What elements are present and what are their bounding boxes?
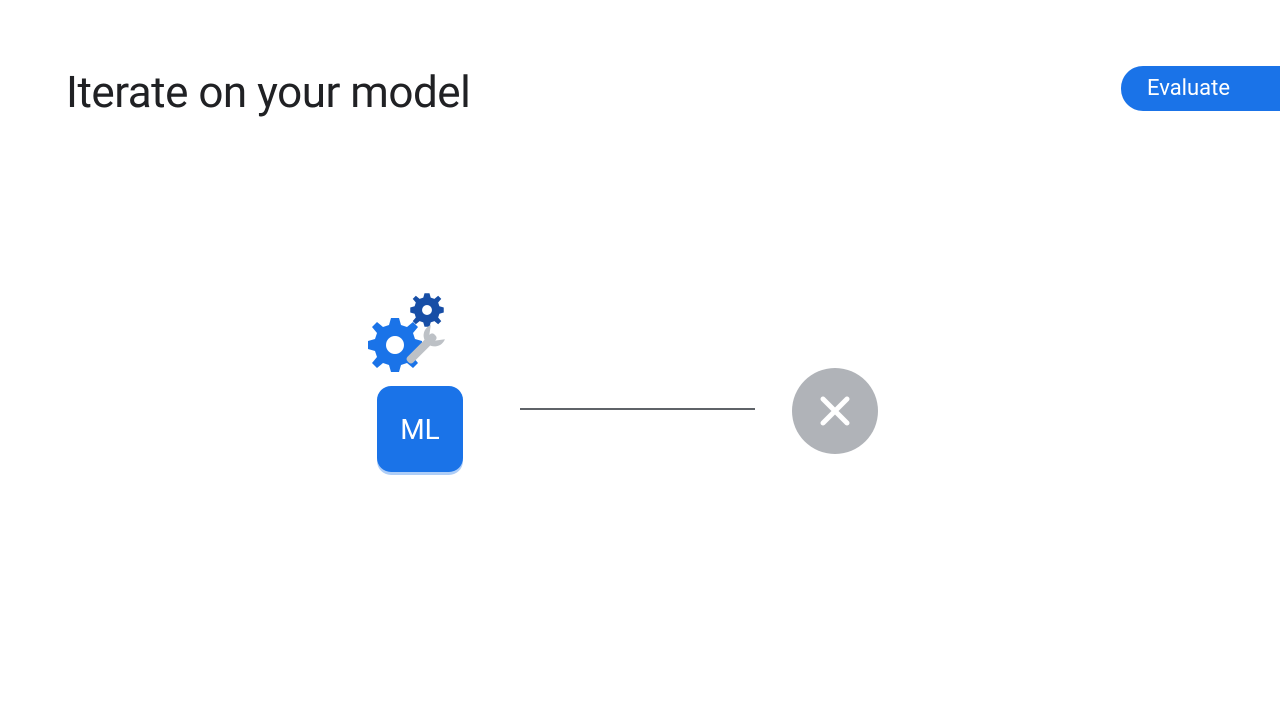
evaluate-chip-label: Evaluate (1147, 76, 1230, 101)
ml-block: ML (377, 386, 463, 472)
diagram-container: ML (365, 290, 885, 480)
gears-and-wrench-icon (365, 290, 480, 380)
close-icon (817, 393, 853, 429)
slide-title: Iterate on your model (66, 66, 470, 118)
evaluate-chip: Evaluate (1121, 66, 1280, 111)
close-circle (792, 368, 878, 454)
ml-block-label: ML (400, 413, 440, 446)
connector-line (520, 408, 755, 410)
